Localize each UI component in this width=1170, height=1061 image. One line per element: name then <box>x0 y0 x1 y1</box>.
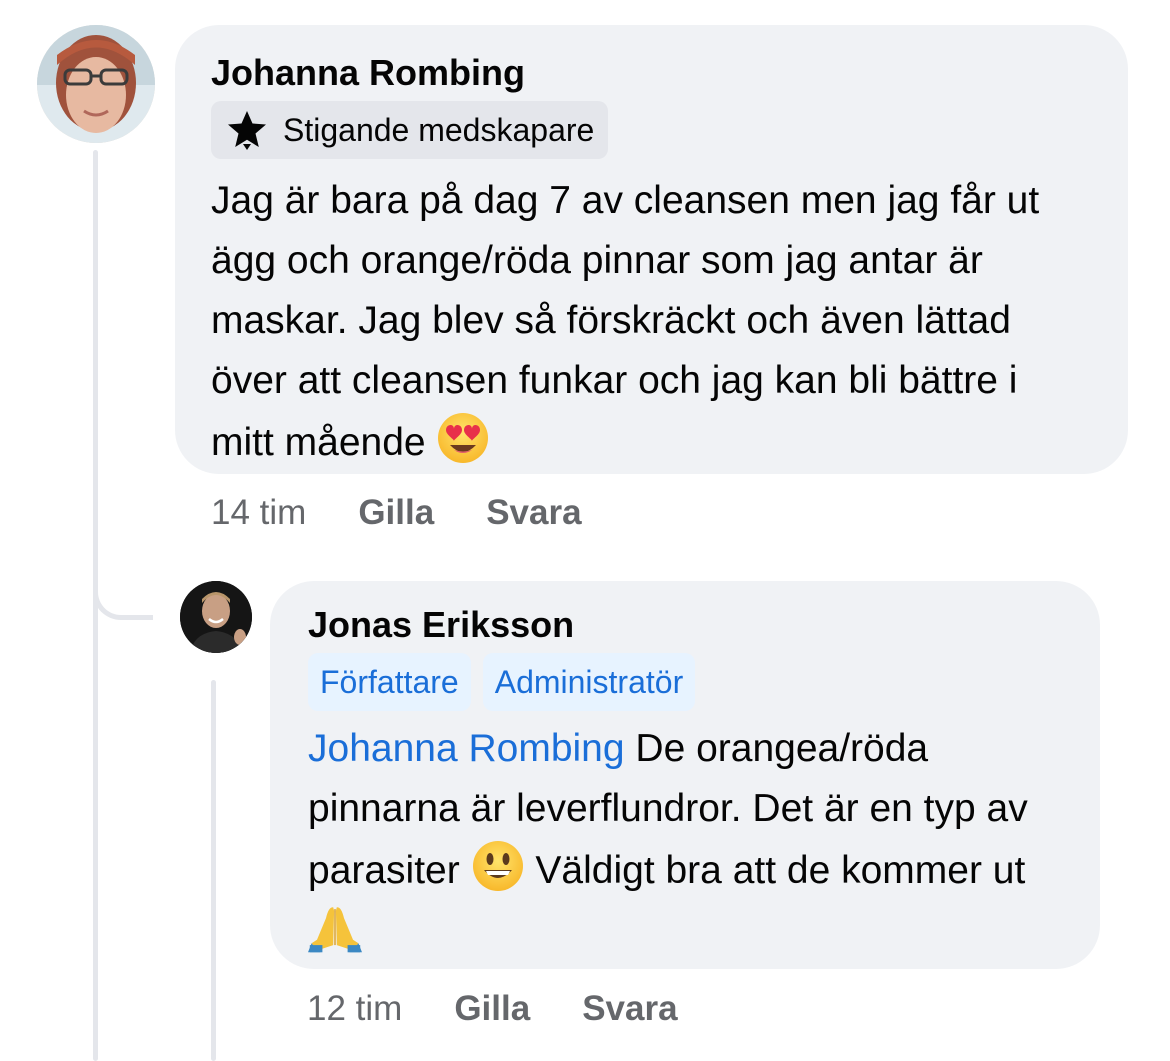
mention-link[interactable]: Johanna Rombing <box>308 727 625 770</box>
comment-timestamp[interactable]: 12 tim <box>307 989 402 1029</box>
author-badge[interactable]: Författare <box>308 653 471 711</box>
badge-row: Stigande medskapare <box>211 101 1092 159</box>
comment-timestamp[interactable]: 14 tim <box>211 493 306 533</box>
comment-body: Jag är bara på dag 7 av cleansen men jag… <box>211 179 1040 464</box>
star-icon <box>228 111 266 150</box>
badge-label: Stigande medskapare <box>283 111 595 148</box>
like-button[interactable]: Gilla <box>454 989 530 1029</box>
comment-actions: 12 tim Gilla Svara <box>307 989 730 1029</box>
reply-button[interactable]: Svara <box>582 989 677 1029</box>
folded-hands-emoji-icon <box>308 901 362 955</box>
comment-text: Johanna Rombing De orangea/röda pinnarna… <box>308 719 1068 963</box>
profile-photo-icon <box>37 25 155 143</box>
comment-body-part2: Väldigt bra att de kommer ut <box>524 849 1026 892</box>
avatar-johanna[interactable] <box>37 25 155 143</box>
profile-photo-icon <box>180 581 252 653</box>
reply-button[interactable]: Svara <box>486 493 581 533</box>
comment-actions: 14 tim Gilla Svara <box>211 493 634 533</box>
heart-eyes-emoji-icon <box>436 411 490 465</box>
reply-thread-line <box>211 680 216 1061</box>
comment-author[interactable]: Jonas Eriksson <box>308 605 1062 645</box>
admin-badge[interactable]: Administratör <box>482 653 696 711</box>
like-button[interactable]: Gilla <box>358 493 434 533</box>
comment-bubble: Johanna Rombing Stigande medskapare Jag … <box>175 25 1128 474</box>
badge-row: Författare Administratör <box>308 653 1062 711</box>
avatar-jonas[interactable] <box>180 581 252 653</box>
reply-connector-line <box>93 545 153 620</box>
comment-thread: Johanna Rombing Stigande medskapare Jag … <box>0 0 1170 1061</box>
comment-text: Jag är bara på dag 7 av cleansen men jag… <box>211 171 1091 473</box>
rising-contributor-badge[interactable]: Stigande medskapare <box>211 101 609 159</box>
reply-bubble: Jonas Eriksson Författare Administratör … <box>270 581 1100 969</box>
comment-author[interactable]: Johanna Rombing <box>211 53 1092 93</box>
smiley-emoji-icon <box>471 839 525 893</box>
